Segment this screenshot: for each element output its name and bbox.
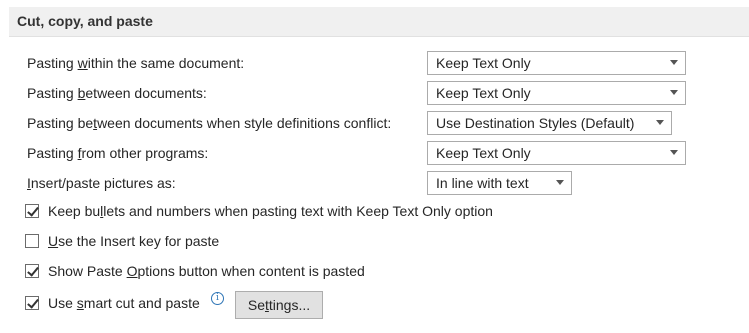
label-pasting-style-conflict: Pasting between documents when style def…	[27, 115, 392, 131]
section-title: Cut, copy, and paste	[17, 13, 153, 29]
checkbox-keep-bullets[interactable]	[25, 204, 39, 218]
dropdown-value: In line with text	[436, 175, 529, 191]
checkmark-icon	[27, 264, 39, 277]
chevron-down-icon	[670, 60, 678, 65]
dropdown-value: Keep Text Only	[436, 85, 531, 101]
dropdown-insert-paste-pictures[interactable]: In line with text	[427, 171, 572, 195]
checkbox-label: Keep bullets and numbers when pasting te…	[48, 203, 493, 219]
section-header: Cut, copy, and paste	[9, 7, 749, 37]
dropdown-value: Keep Text Only	[436, 145, 531, 161]
dropdown-pasting-other-programs[interactable]: Keep Text Only	[427, 141, 686, 165]
checkbox-label: Show Paste Options button when content i…	[48, 263, 365, 279]
chevron-down-icon	[670, 90, 678, 95]
dropdown-value: Keep Text Only	[436, 55, 531, 71]
chevron-down-icon	[556, 180, 564, 185]
checkbox-label: Use smart cut and paste	[48, 295, 200, 311]
checkbox-insert-key[interactable]	[25, 234, 39, 248]
dropdown-pasting-within-document[interactable]: Keep Text Only	[427, 51, 686, 75]
checkbox-show-paste-options[interactable]	[25, 264, 39, 278]
dropdown-pasting-between-documents[interactable]: Keep Text Only	[427, 81, 686, 105]
info-icon[interactable]: i	[211, 292, 224, 305]
label-insert-paste-pictures: Insert/paste pictures as:	[27, 175, 176, 191]
chevron-down-icon	[656, 120, 664, 125]
label-pasting-between-documents: Pasting between documents:	[27, 85, 207, 101]
label-pasting-within-document: Pasting within the same document:	[27, 55, 245, 71]
chevron-down-icon	[670, 150, 678, 155]
checkbox-label: Use the Insert key for paste	[48, 233, 220, 249]
checkmark-icon	[27, 296, 39, 309]
checkmark-icon	[27, 204, 39, 217]
settings-button[interactable]: Settings...	[235, 291, 323, 319]
dropdown-value: Use Destination Styles (Default)	[436, 115, 635, 131]
dropdown-pasting-style-conflict[interactable]: Use Destination Styles (Default)	[427, 111, 672, 135]
checkbox-smart-cut-paste[interactable]	[25, 296, 39, 310]
label-pasting-other-programs: Pasting from other programs:	[27, 145, 209, 161]
